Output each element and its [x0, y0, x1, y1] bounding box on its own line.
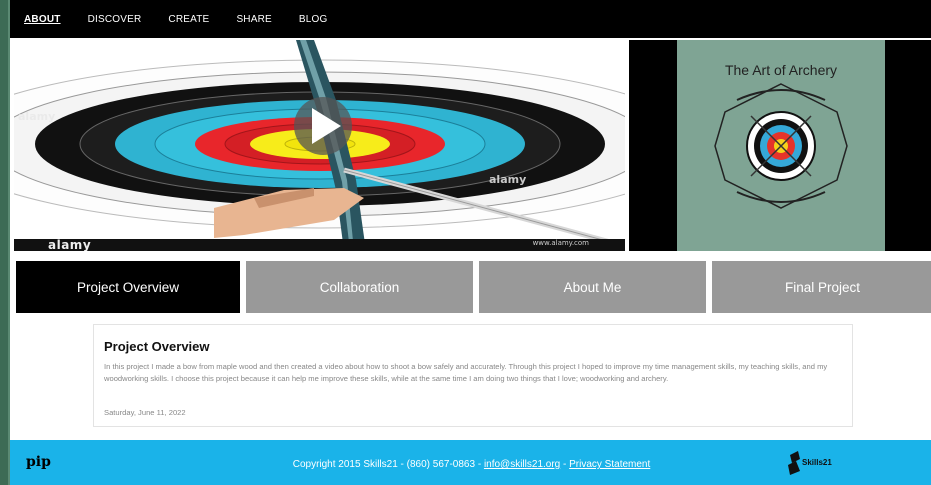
section-tabs: Project Overview Collaboration About Me …	[16, 261, 931, 313]
tab-final-project[interactable]: Final Project	[712, 261, 931, 313]
card-title: Project Overview	[104, 339, 210, 354]
copyright-text: Copyright 2015 Skills21 - (860) 567-0863…	[292, 459, 484, 470]
watermark: alamy	[18, 110, 56, 123]
separator: -	[560, 459, 570, 470]
archery-target-image	[14, 40, 625, 251]
overview-card: Project Overview In this project I made …	[93, 324, 853, 427]
card-body: In this project I made a bow from maple …	[104, 362, 828, 383]
target-emblem	[714, 83, 848, 209]
nav-discover[interactable]: DISCOVER	[88, 14, 142, 25]
skills21-logo[interactable]: Skills21	[788, 451, 832, 475]
nav-share[interactable]: SHARE	[236, 14, 271, 25]
project-video[interactable]: alamy alamy alamy www.alamy.com	[14, 40, 625, 251]
skills21-logo-text: Skills21	[802, 458, 832, 467]
watermark: alamy	[489, 173, 527, 186]
tab-about-me[interactable]: About Me	[479, 261, 706, 313]
archery-poster: The Art of Archery	[677, 40, 885, 251]
card-date: Saturday, June 11, 2022	[104, 408, 186, 417]
email-link[interactable]: info@skills21.org	[484, 459, 560, 470]
video-logo: alamy	[48, 238, 92, 251]
nav-blog[interactable]: BLOG	[299, 14, 328, 25]
tab-project-overview[interactable]: Project Overview	[16, 261, 240, 313]
video-caption-bar: alamy www.alamy.com	[14, 238, 625, 251]
top-nav: ABOUT DISCOVER CREATE SHARE BLOG	[10, 0, 931, 38]
nav-about[interactable]: ABOUT	[24, 14, 61, 25]
tab-collaboration[interactable]: Collaboration	[246, 261, 473, 313]
poster-panel: The Art of Archery	[629, 40, 931, 251]
page: ABOUT DISCOVER CREATE SHARE BLOG alamy a…	[8, 0, 931, 485]
footer: pip Copyright 2015 Skills21 - (860) 567-…	[10, 440, 931, 485]
nav-create[interactable]: CREATE	[168, 14, 209, 25]
privacy-link[interactable]: Privacy Statement	[569, 459, 650, 470]
video-info: www.alamy.com	[532, 239, 589, 247]
